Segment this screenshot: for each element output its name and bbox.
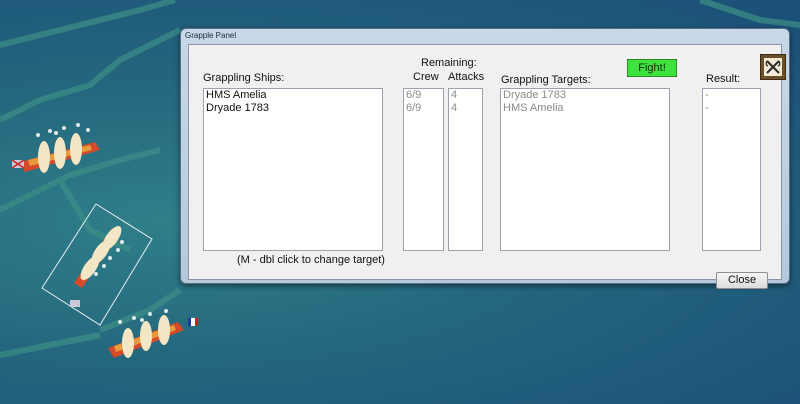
list-item: 6/9 [406,89,422,101]
grapple-toggle-button[interactable] [760,54,786,80]
list-item: 4 [451,89,458,101]
grappling-targets-label: Grappling Targets: [501,74,591,86]
attacks-list: 4 4 [448,88,483,251]
grappling-ships-label: Grappling Ships: [203,72,285,84]
list-item[interactable]: HMS Amelia [501,102,669,115]
result-list: - - [702,88,761,251]
list-item[interactable]: HMS Amelia [204,89,382,102]
crossed-hooks-icon [764,58,782,76]
panel-body: Remaining: Grappling Ships: Crew Attacks… [188,44,786,289]
grappling-ships-list[interactable]: HMS Amelia Dryade 1783 [203,88,383,251]
list-item: - [705,102,709,114]
attacks-header: Attacks [448,71,485,83]
remaining-label: Remaining: [421,57,477,69]
close-button[interactable]: Close [716,272,768,289]
crew-list: 6/9 6/9 [403,88,444,251]
list-item[interactable]: Dryade 1783 [501,89,669,102]
result-label: Result: [706,73,741,85]
list-item: 6/9 [406,102,422,114]
grapple-panel-window: Grapple Panel Remaining: Grappling Ships… [180,28,790,289]
list-item: 4 [451,102,458,114]
list-item[interactable]: Dryade 1783 [204,102,382,115]
grappling-targets-list[interactable]: Dryade 1783 HMS Amelia [500,88,670,251]
window-title: Grapple Panel [185,31,237,40]
ship-icon [11,123,100,173]
enemy-ship-icon [108,309,198,358]
target-hint-text: (M - dbl click to change target) [237,254,385,266]
selected-ship-icon [41,203,153,326]
fight-button[interactable]: Fight! [627,59,677,77]
crew-header: Crew [413,71,439,83]
list-item: - [705,89,709,101]
